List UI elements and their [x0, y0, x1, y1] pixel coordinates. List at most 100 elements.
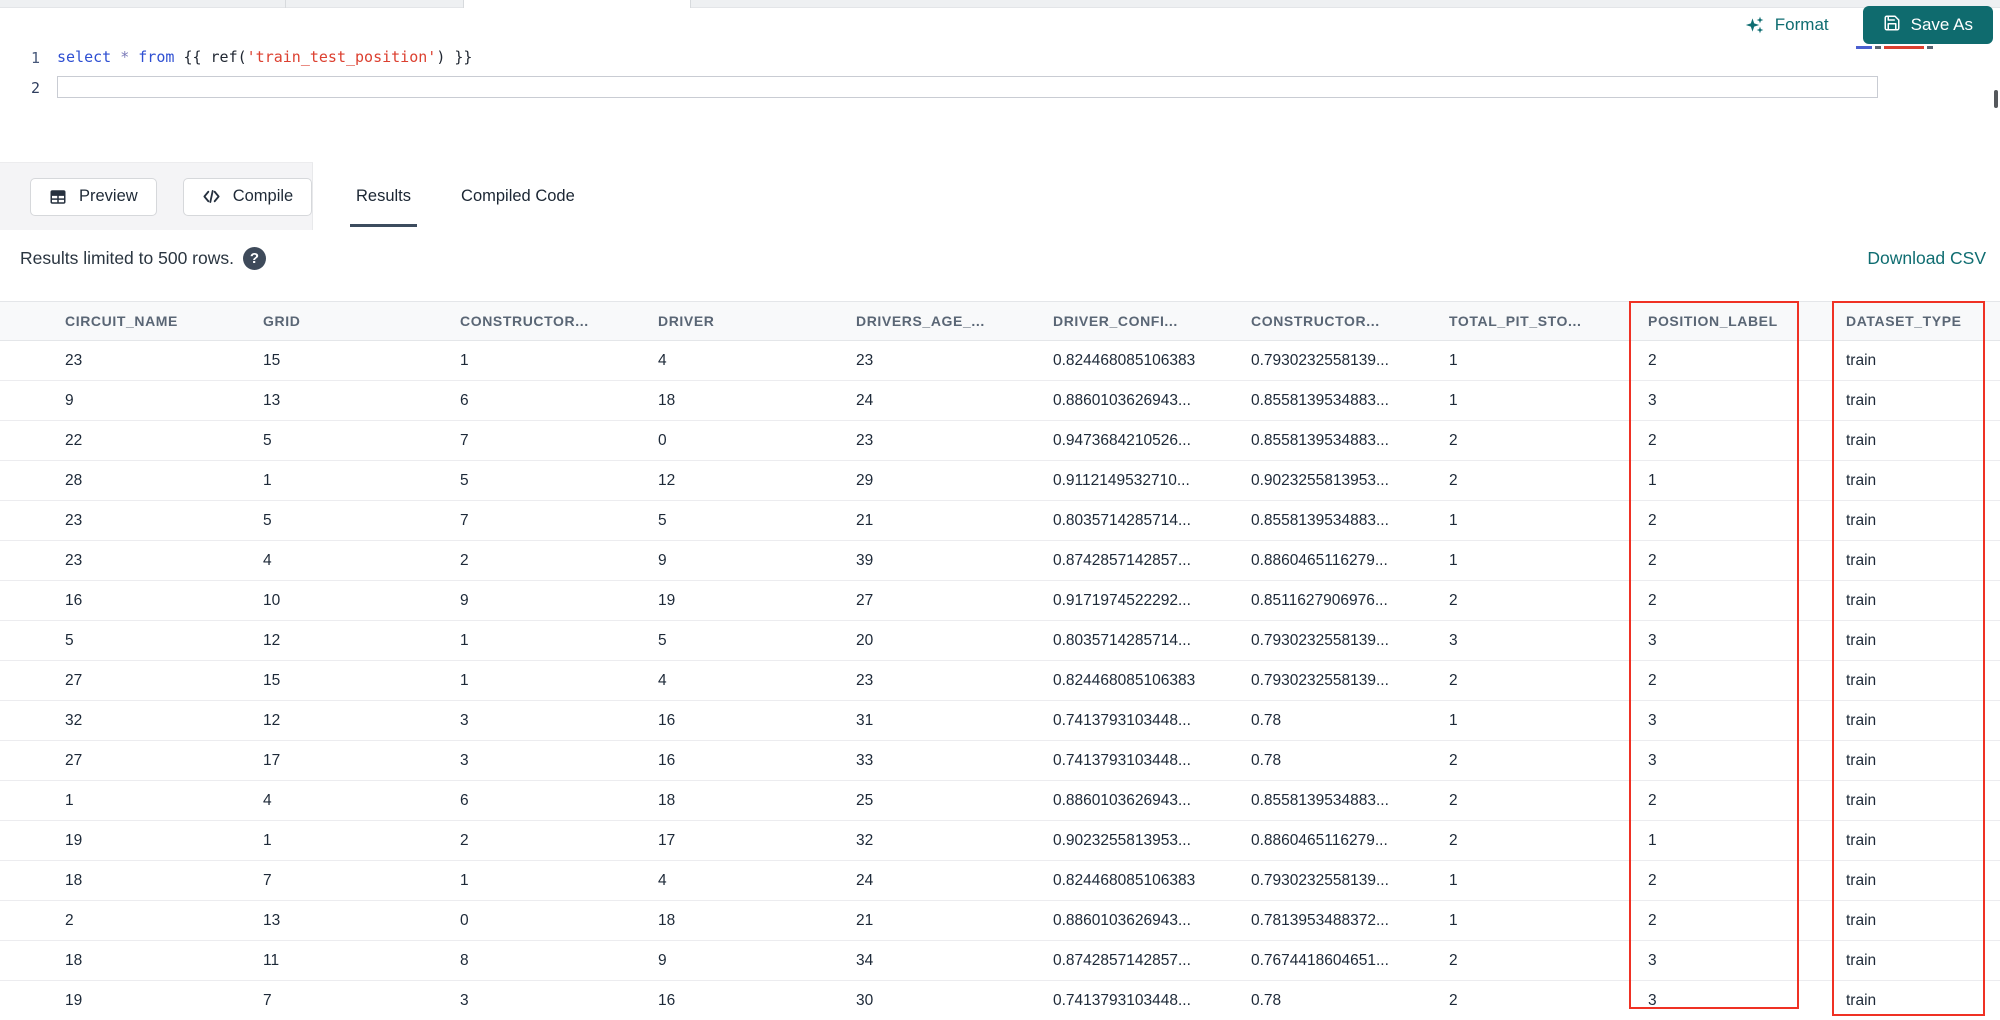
table-cell: 25 — [856, 791, 874, 809]
line-number-1: 1 — [30, 49, 40, 67]
table-cell: 2 — [1648, 911, 1657, 929]
table-cell: 2 — [1648, 351, 1657, 369]
table-cell: 0.7413793103448... — [1053, 711, 1191, 729]
table-cell: 15 — [263, 351, 281, 369]
table-cell: 0.9023255813953... — [1053, 831, 1191, 849]
table-cell: 0.824468085106383 — [1053, 671, 1196, 689]
minimap-code-mark — [1884, 46, 1924, 49]
table-cell: 1 — [1648, 831, 1657, 849]
table-cell: 23 — [65, 351, 83, 369]
table-cell: 12 — [658, 471, 676, 489]
table-row: 27 17 3 16 33 0.7413793103448... 0.78 2 3 train — [0, 741, 2000, 781]
table-cell: 7 — [263, 871, 272, 889]
table-cell: 2 — [65, 911, 74, 929]
table-cell: 1 — [460, 871, 469, 889]
table-cell: 28 — [65, 471, 83, 489]
table-cell: 5 — [263, 431, 272, 449]
compile-button[interactable]: Compile — [182, 177, 313, 216]
table-cell: 5 — [658, 631, 667, 649]
table-cell: 0.9171974522292... — [1053, 591, 1191, 609]
table-row: 28 1 5 12 29 0.9112149532710... 0.902325581395… — [0, 461, 2000, 501]
editor-scrollbar-mark[interactable] — [1994, 90, 1998, 108]
editor-minimap[interactable] — [1856, 46, 1978, 60]
table-cell: 10 — [263, 591, 281, 609]
compile-button-label: Compile — [232, 187, 294, 205]
save-icon — [1883, 14, 1901, 37]
table-cell: 23 — [856, 431, 874, 449]
table-cell: 22 — [65, 431, 83, 449]
table-cell: train — [1846, 791, 1877, 809]
table-cell: train — [1846, 831, 1877, 849]
table-cell: 3 — [460, 751, 469, 769]
table-cell: 39 — [856, 551, 874, 569]
code-line-2-cursor-box[interactable] — [57, 76, 1878, 98]
table-cell: 5 — [460, 471, 469, 489]
column-header: CIRCUIT_NAME — [65, 313, 178, 329]
table-cell: 5 — [658, 511, 667, 529]
table-cell: 9 — [460, 591, 469, 609]
minimap-code-mark — [1875, 46, 1881, 49]
table-cell: 4 — [263, 551, 272, 569]
table-cell: 2 — [1648, 671, 1657, 689]
table-cell: 6 — [460, 791, 469, 809]
table-cell: 0.78 — [1251, 711, 1282, 729]
table-cell: 1 — [65, 791, 74, 809]
code-line-1[interactable]: select * from {{ ref('train_test_positio… — [57, 48, 472, 66]
table-cell: train — [1846, 671, 1877, 689]
table-cell: 0.8558139534883... — [1251, 431, 1389, 449]
format-button-label: Format — [1774, 15, 1829, 34]
minimap-code-mark — [1856, 46, 1872, 49]
table-cell: 1 — [460, 671, 469, 689]
table-cell: train — [1846, 631, 1877, 649]
table-cell: 1 — [1449, 711, 1458, 729]
table-cell: 1 — [460, 351, 469, 369]
table-cell: 3 — [1648, 391, 1657, 409]
table-cell: 0.78 — [1251, 991, 1282, 1009]
download-csv-link[interactable]: Download CSV — [1867, 248, 1986, 269]
table-cell: 11 — [263, 951, 280, 969]
table-cell: 8 — [460, 951, 469, 969]
table-cell: 29 — [856, 471, 874, 489]
table-cell: 0.8742857142857... — [1053, 951, 1191, 969]
tab-divider — [463, 0, 464, 8]
table-cell: 17 — [263, 751, 281, 769]
table-header-row: CIRCUIT_NAME GRID CONSTRUCTOR... DRIVER DRIV… — [0, 301, 2000, 341]
table-cell: 0.7930232558139... — [1251, 671, 1389, 689]
code-token: * — [120, 48, 130, 66]
tab-divider — [690, 0, 691, 8]
table-cell: 0.7674418604651... — [1251, 951, 1389, 969]
table-cell: 31 — [856, 711, 874, 729]
help-icon[interactable]: ? — [242, 246, 266, 270]
table-cell: train — [1846, 431, 1877, 449]
table-cell: 21 — [856, 911, 874, 929]
table-cell: 12 — [263, 631, 281, 649]
line-number-2: 2 — [30, 79, 40, 97]
table-cell: 32 — [856, 831, 874, 849]
save-as-button[interactable]: Save As — [1862, 6, 1993, 44]
results-limit-text: Results limited to 500 rows. — [20, 247, 234, 268]
table-cell: 2 — [1648, 431, 1657, 449]
table-cell: train — [1846, 591, 1877, 609]
column-header: DATASET_TYPE — [1846, 313, 1962, 329]
table-cell: 0.7413793103448... — [1053, 751, 1191, 769]
format-button[interactable]: Format — [1745, 15, 1829, 35]
column-header: POSITION_LABEL — [1648, 313, 1778, 329]
table-cell: train — [1846, 911, 1877, 929]
table-cell: train — [1846, 871, 1877, 889]
code-token: ) — [436, 48, 446, 66]
table-row: 22 5 7 0 23 0.9473684210526... 0.8558139534883… — [0, 421, 2000, 461]
table-cell: 0.78 — [1251, 751, 1282, 769]
table-grid-icon — [49, 188, 67, 206]
tab-compiled-code[interactable]: Compiled Code — [457, 162, 579, 230]
tab-results[interactable]: Results — [349, 162, 418, 230]
table-cell: 1 — [460, 631, 469, 649]
table-cell: train — [1846, 471, 1877, 489]
table-cell: 0.7413793103448... — [1053, 991, 1191, 1009]
table-cell: 16 — [658, 711, 676, 729]
table-cell: 7 — [460, 511, 469, 529]
preview-button[interactable]: Preview — [30, 177, 157, 216]
table-cell: 33 — [856, 751, 874, 769]
active-editor-tab[interactable] — [463, 0, 690, 8]
